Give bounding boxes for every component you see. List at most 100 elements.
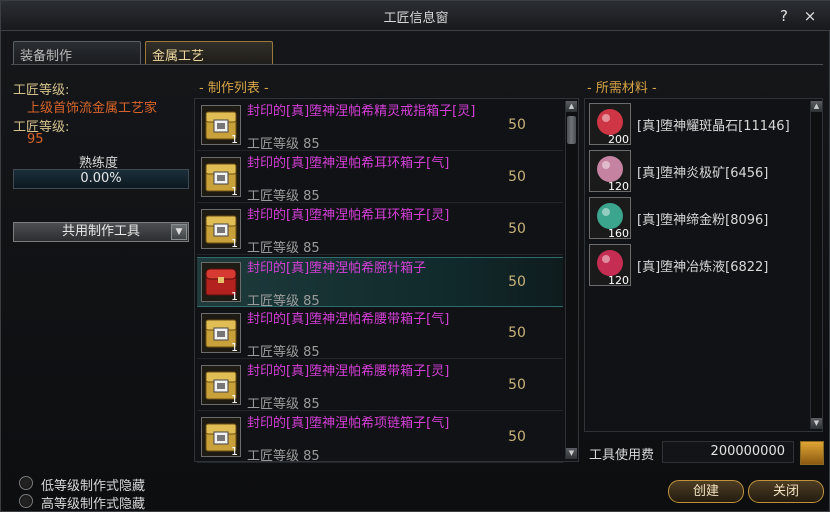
item-quantity: 50: [508, 221, 526, 237]
proficiency-bar: 0.00%: [13, 169, 189, 189]
item-quantity: 50: [508, 169, 526, 185]
craft-list-item[interactable]: 1 封印的[真]堕神涅帕希腰带箱子[灵] 工匠等级 85 50: [197, 361, 563, 412]
craft-list-scrollbar[interactable]: ▲ ▼: [565, 101, 577, 459]
radio-button[interactable]: [19, 494, 33, 508]
red-potion-icon[interactable]: 120: [589, 244, 631, 287]
craftsman-level-label: 工匠等级:: [13, 83, 70, 98]
red-crystal-icon[interactable]: 200: [589, 103, 631, 146]
materials-scrollbar[interactable]: ▲ ▼: [810, 101, 822, 429]
item-quantity: 50: [508, 325, 526, 341]
hide-low-level-label: 低等级制作式隐藏: [41, 479, 146, 494]
material-count-badge: 120: [608, 274, 629, 287]
material-count-badge: 160: [608, 227, 629, 240]
tab-metal-craft[interactable]: 金属工艺: [145, 41, 273, 65]
item-level: 工匠等级 85: [247, 185, 320, 204]
material-name: [真]堕神缔金粉[8096]: [637, 213, 769, 228]
item-quantity: 50: [508, 117, 526, 133]
craft-list: 1 封印的[真]堕神涅帕希精灵戒指箱子[灵] 工匠等级 85 50 1 封印的[真]堕神涅…: [194, 98, 579, 464]
item-level: 工匠等级 85: [247, 341, 320, 360]
item-name: 封印的[真]堕神涅帕希耳环箱子[灵]: [247, 208, 450, 223]
scroll-thumb[interactable]: [567, 116, 576, 144]
craftsman-title: 上级首饰流金属工艺家: [27, 101, 158, 116]
item-level-value: 85: [303, 294, 320, 309]
item-count-badge: 1: [231, 393, 238, 406]
item-count-badge: 1: [231, 290, 238, 303]
gold-chest-icon[interactable]: 1: [201, 313, 241, 354]
craft-list-item[interactable]: 1 封印的[真]堕神涅帕希项链箱子[气] 工匠等级 85 50: [197, 413, 563, 464]
window-title: 工匠信息窗: [383, 11, 449, 26]
item-level: 工匠等级 85: [247, 393, 320, 412]
item-name: 封印的[真]堕神涅帕希腰带箱子[灵]: [247, 364, 450, 379]
materials-list: 200 [真]堕神耀斑晶石[11146] 120 [真]堕神炎极矿[6456] 160 […: [584, 98, 823, 432]
craft-list-header: - 制作列表 -: [199, 81, 269, 96]
craft-list-item[interactable]: 1 封印的[真]堕神涅帕希精灵戒指箱子[灵] 工匠等级 85 50: [197, 101, 563, 152]
material-count-badge: 120: [608, 180, 629, 193]
material-item[interactable]: 160 [真]堕神缔金粉[8096]: [587, 195, 807, 241]
item-name: 封印的[真]堕神涅帕希项链箱子[气]: [247, 416, 450, 431]
item-name: 封印的[真]堕神涅帕希耳环箱子[气]: [247, 156, 450, 171]
material-name: [真]堕神耀斑晶石[11146]: [637, 119, 790, 134]
item-quantity: 50: [508, 429, 526, 445]
item-count-badge: 1: [231, 185, 238, 198]
item-name: 封印的[真]堕神涅帕希精灵戒指箱子[灵]: [247, 104, 476, 119]
create-button[interactable]: 创建: [668, 480, 744, 503]
craft-list-item[interactable]: 1 封印的[真]堕神涅帕希腕针箱子 工匠等级 85 50: [197, 257, 563, 309]
material-item[interactable]: 200 [真]堕神耀斑晶石[11146]: [587, 101, 807, 147]
tool-dropdown[interactable]: 共用制作工具 ▼: [13, 222, 189, 242]
item-level-value: 85: [303, 449, 320, 464]
item-level-value: 85: [303, 397, 320, 412]
tab-divider: [11, 64, 823, 65]
craft-list-item[interactable]: 1 封印的[真]堕神涅帕希腰带箱子[气] 工匠等级 85 50: [197, 309, 563, 360]
tool-fee-label: 工具使用费: [589, 448, 655, 463]
scroll-down-icon[interactable]: ▼: [566, 448, 577, 459]
item-name: 封印的[真]堕神涅帕希腕针箱子: [247, 261, 427, 276]
gold-chest-icon[interactable]: 1: [201, 365, 241, 406]
item-quantity: 50: [508, 274, 526, 290]
item-quantity: 50: [508, 377, 526, 393]
item-level-value: 85: [303, 345, 320, 360]
gold-chest-icon[interactable]: 1: [201, 209, 241, 250]
item-count-badge: 1: [231, 445, 238, 458]
item-level-value: 85: [303, 189, 320, 204]
item-level-label: 工匠等级: [247, 241, 300, 256]
close-icon[interactable]: ×: [801, 7, 819, 25]
tool-fee-value: 200000000: [662, 441, 794, 463]
scroll-down-icon[interactable]: ▼: [811, 418, 822, 429]
material-item[interactable]: 120 [真]堕神冶炼液[6822]: [587, 242, 807, 288]
gold-chest-icon[interactable]: 1: [201, 417, 241, 458]
hide-high-level-label: 高等级制作式隐藏: [41, 497, 146, 512]
item-level-label: 工匠等级: [247, 137, 300, 152]
material-count-badge: 200: [608, 133, 629, 146]
craftsman-level-value: 95: [27, 132, 44, 147]
pink-ore-icon[interactable]: 120: [589, 150, 631, 193]
chevron-down-icon[interactable]: ▼: [171, 224, 187, 240]
item-count-badge: 1: [231, 133, 238, 146]
craftsman-window: 工匠信息窗 ? × 装备制作 金属工艺 工匠等级: 上级首饰流金属工艺家 工匠等…: [0, 0, 830, 512]
tab-equipment-crafting[interactable]: 装备制作: [13, 41, 141, 65]
radio-button[interactable]: [19, 476, 33, 490]
gold-chest-icon[interactable]: 1: [201, 105, 241, 146]
craft-list-item[interactable]: 1 封印的[真]堕神涅帕希耳环箱子[灵] 工匠等级 85 50: [197, 205, 563, 256]
gold-chest-icon[interactable]: 1: [201, 157, 241, 198]
item-count-badge: 1: [231, 237, 238, 250]
scroll-up-icon[interactable]: ▲: [566, 101, 577, 112]
item-level-label: 工匠等级: [247, 397, 300, 412]
tool-dropdown-value: 共用制作工具: [61, 224, 140, 239]
item-level: 工匠等级 85: [247, 445, 320, 464]
close-button[interactable]: 关闭: [748, 480, 824, 503]
item-level: 工匠等级 85: [247, 133, 320, 152]
material-item[interactable]: 120 [真]堕神炎极矿[6456]: [587, 148, 807, 194]
item-level: 工匠等级 85: [247, 237, 320, 256]
craft-list-item[interactable]: 1 封印的[真]堕神涅帕希耳环箱子[气] 工匠等级 85 50: [197, 153, 563, 204]
red-chest-icon[interactable]: 1: [201, 262, 241, 303]
item-count-badge: 1: [231, 341, 238, 354]
item-level-label: 工匠等级: [247, 189, 300, 204]
gold-coin-icon[interactable]: [800, 441, 824, 465]
item-level-value: 85: [303, 137, 320, 152]
title-bar[interactable]: 工匠信息窗 ? ×: [1, 1, 830, 31]
item-level-value: 85: [303, 241, 320, 256]
scroll-up-icon[interactable]: ▲: [811, 101, 822, 112]
help-icon[interactable]: ?: [775, 7, 793, 25]
green-powder-icon[interactable]: 160: [589, 197, 631, 240]
item-level-label: 工匠等级: [247, 294, 300, 309]
